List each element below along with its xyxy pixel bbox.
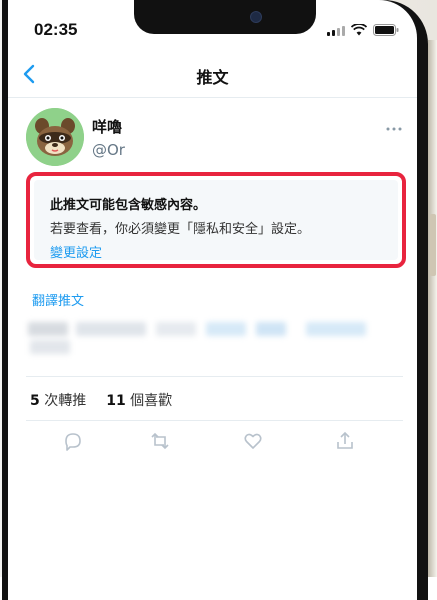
reply-button[interactable] [62,430,88,456]
avatar[interactable] [26,108,84,166]
tweet-actions [8,430,417,458]
share-button[interactable] [334,430,360,456]
page-title: 推文 [196,68,229,87]
warning-body: 若要查看，你必須變更「隱私和安全」設定。 [50,222,311,237]
like-stat[interactable]: 11 個喜歡 [106,390,172,410]
display-name[interactable]: 咩嚕 [92,116,122,137]
wifi-icon [351,24,367,36]
stats-top-divider [26,376,403,377]
retweet-icon [151,432,169,450]
phone-side [428,40,437,577]
header-divider [8,97,417,98]
share-icon [337,431,353,449]
user-handle[interactable]: @Or [92,141,125,159]
front-camera [250,11,262,23]
notch [134,0,316,34]
stats-bottom-divider [26,420,403,421]
battery-icon [373,24,399,36]
like-icon [244,433,262,449]
translate-tweet-link[interactable]: 翻譯推文 [32,290,84,309]
warning-panel: 此推文可能包含敏感內容。 若要查看，你必須變更「隱私和安全」設定。 變更設定 [34,180,398,261]
tweet-stats: 5 次轉推 11 個喜歡 [30,390,172,410]
tanuki-avatar-image [26,108,84,166]
status-icons [327,24,399,36]
warning-title: 此推文可能包含敏感內容。 [50,198,207,213]
more-horizontal-icon [386,127,402,131]
retweet-button[interactable] [149,430,175,456]
phone-bezel: 02:35 推文 咩嚕 @Or 此推文可能包含敏感內容。 若要查看，你必須變更「… [2,0,428,600]
phone-side-button [430,214,436,276]
screen: 02:35 推文 咩嚕 @Or 此推文可能包含敏感內容。 若要查看，你必須變更「… [8,0,417,600]
sensitive-content-warning: 此推文可能包含敏感內容。 若要查看，你必須變更「隱私和安全」設定。 變更設定 [26,172,406,268]
status-time: 02:35 [34,20,78,39]
reply-icon [65,433,81,451]
like-button[interactable] [242,430,268,456]
blurred-content [16,320,396,356]
retweet-stat[interactable]: 5 次轉推 [30,390,86,410]
signal-icon [327,25,345,36]
more-options-button[interactable] [386,116,402,135]
change-settings-link[interactable]: 變更設定 [50,242,102,261]
